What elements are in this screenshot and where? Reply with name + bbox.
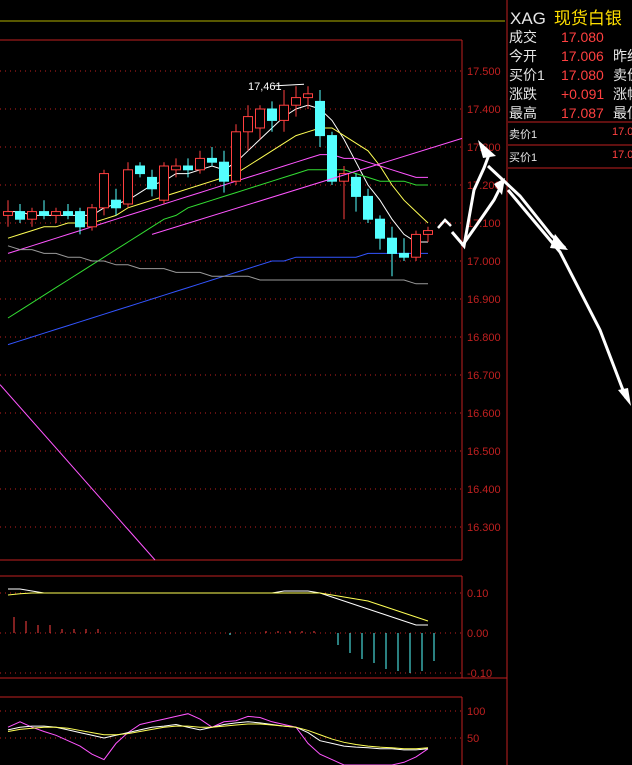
quote-value: 17.080 — [561, 29, 604, 45]
candle-body — [135, 165, 145, 175]
quote-label: 涨跌 — [509, 86, 537, 102]
candle-body — [411, 233, 421, 258]
price-tick-label: 17.100 — [467, 218, 501, 230]
candle-body — [99, 173, 109, 209]
ma-line-ma10 — [7, 127, 429, 239]
candle-body — [195, 157, 205, 171]
quote-row-bid: 买价1 17.080 卖价 — [509, 65, 632, 83]
order-label: 买价1 — [509, 152, 538, 164]
quote-label: 成交 — [509, 29, 537, 45]
kdj-tick-label: 50 — [467, 733, 479, 745]
macd-tick-label: 0.00 — [467, 628, 488, 640]
candle-body — [87, 207, 97, 228]
candle-body — [267, 108, 277, 121]
price-tick-label: 17.500 — [467, 66, 501, 78]
quote-row-high: 最高 17.087 最低 — [509, 103, 632, 121]
price-tick-label: 16.900 — [467, 294, 501, 306]
kdj-j-line — [7, 713, 429, 765]
instrument-code: XAG — [510, 9, 546, 28]
trendline-down — [0, 384, 156, 561]
price-tick-label: 17.000 — [467, 256, 501, 268]
price-tick-label: 16.800 — [467, 332, 501, 344]
ma-line-ma5 — [8, 104, 428, 243]
price-tick-label: 16.700 — [467, 370, 501, 382]
quote-label: 买价1 — [509, 67, 545, 83]
candle-body — [279, 104, 289, 121]
instrument-name: 现货白银 — [553, 9, 622, 28]
quote-label-2: 最低 — [613, 105, 632, 121]
quote-label: 最高 — [509, 105, 537, 121]
order-value: 17.0 — [612, 126, 632, 138]
candle-body — [351, 176, 361, 197]
quote-row-last: 成交 17.080 — [509, 27, 613, 45]
order-label: 卖价1 — [509, 129, 538, 141]
candle-body — [363, 195, 373, 220]
price-axis-ticks: 17.50017.40017.30017.20017.10017.00016.9… — [467, 66, 501, 534]
quote-label: 今开 — [509, 48, 537, 64]
macd-panel: 0.10 0.00 -0.10 — [0, 588, 492, 680]
macd-dif-line — [8, 588, 428, 626]
candle-body — [63, 211, 73, 216]
candle-body — [399, 252, 409, 258]
quote-label-2: 涨幅 — [613, 86, 632, 102]
quote-value: 17.006 — [561, 48, 604, 64]
price-tick-label: 16.400 — [467, 484, 501, 496]
candle-body — [171, 165, 181, 171]
quote-row-open: 今开 17.006 昨约 — [509, 46, 632, 64]
candle-body — [219, 161, 229, 182]
kdj-panel: 100 50 — [0, 706, 485, 765]
high-price-annotation: 17,461 — [248, 81, 282, 93]
candle-body — [51, 211, 61, 216]
candle-body — [183, 165, 193, 171]
quote-row-change: 涨跌 +0.091 涨幅 — [509, 84, 632, 102]
candle-body — [111, 199, 121, 209]
candle-body — [423, 230, 433, 235]
arrow-annotation — [437, 218, 452, 229]
candle-body — [243, 116, 253, 133]
quote-label-2: 卖价 — [613, 67, 632, 83]
quote-value: 17.080 — [561, 67, 604, 83]
price-tick-label: 16.300 — [467, 522, 501, 534]
candle-body — [231, 131, 241, 182]
quote-value: +0.091 — [561, 86, 605, 102]
macd-tick-label: -0.10 — [467, 668, 492, 680]
candle-body — [291, 97, 301, 106]
candle-body — [255, 108, 265, 129]
candlesticks — [3, 86, 433, 277]
order-book-ask-1: 卖价1 17.0 — [509, 126, 632, 142]
quote-panel: XAG现货白银 成交17.080 今开17.006昨约 买价117.080卖价 … — [507, 0, 632, 765]
price-tick-label: 17.400 — [467, 104, 501, 116]
candle-body — [159, 165, 169, 201]
candle-body — [39, 211, 49, 216]
candle-body — [3, 211, 13, 216]
candle-body — [147, 176, 157, 190]
trendline-up — [151, 137, 463, 235]
candle-body — [27, 211, 37, 220]
macd-dea-line — [7, 592, 429, 622]
candle-body — [327, 135, 337, 182]
candle-body — [207, 157, 217, 163]
candle-body — [387, 237, 397, 254]
candle-body — [123, 169, 133, 205]
price-tick-label: 16.600 — [467, 408, 501, 420]
candle-body — [375, 218, 385, 239]
quote-value: 17.087 — [561, 105, 604, 121]
kdj-tick-label: 100 — [467, 706, 485, 718]
price-tick-label: 16.500 — [467, 446, 501, 458]
candle-body — [15, 211, 25, 220]
macd-tick-label: 0.10 — [467, 588, 488, 600]
kdj-d-line — [7, 723, 429, 750]
moving-average-lines — [7, 104, 429, 346]
quote-label-2: 昨约 — [613, 48, 632, 64]
ma-line-ma30 — [7, 169, 428, 319]
instrument-title: XAG 现货白银 — [510, 4, 622, 29]
candle-body — [315, 100, 325, 137]
order-value: 17.0 — [612, 149, 632, 161]
candle-body — [303, 93, 313, 99]
order-book-bid-1: 买价1 17.0 — [509, 149, 632, 165]
candle-body — [75, 211, 85, 228]
